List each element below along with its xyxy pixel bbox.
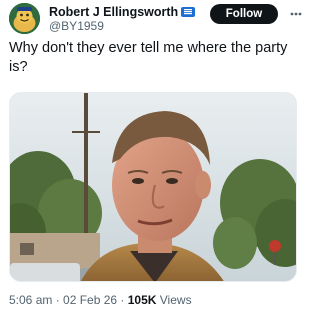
meta-separator: ·	[117, 293, 128, 307]
gov-badge-icon	[181, 6, 196, 17]
follow-button[interactable]: Follow	[210, 4, 278, 24]
meta-separator: ·	[52, 293, 64, 307]
tweet-time[interactable]: 5:06 am	[9, 293, 52, 307]
author-handle[interactable]: @BY1959	[49, 19, 104, 33]
more-dots-icon[interactable]	[289, 6, 303, 22]
cartoon-avatar-icon	[9, 3, 40, 34]
views-count[interactable]: 105K	[128, 293, 157, 307]
tweet-media-photo[interactable]	[9, 92, 297, 282]
tweet-card: Robert J Ellingsworth @BY1959 Follow Why…	[0, 0, 306, 320]
author-name-row: Robert J Ellingsworth	[49, 4, 196, 19]
photo-image	[10, 93, 296, 281]
views-label: Views	[156, 293, 192, 307]
author-avatar[interactable]	[9, 3, 40, 34]
author-display-name[interactable]: Robert J Ellingsworth	[49, 5, 178, 19]
tweet-meta: 5:06 am · 02 Feb 26 · 105K Views	[9, 293, 192, 307]
tweet-text: Why don't they ever tell me where the pa…	[9, 40, 288, 75]
tweet-date[interactable]: 02 Feb 26	[63, 293, 117, 307]
